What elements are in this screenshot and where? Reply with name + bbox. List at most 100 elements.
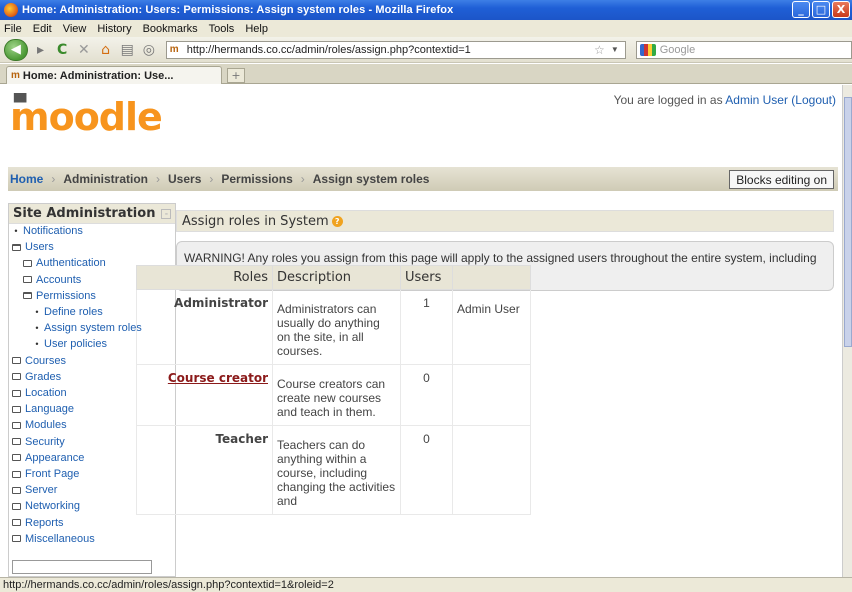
moodle-header: ▀ moodle You are logged in as Admin User… xyxy=(8,85,838,163)
role-description: Administrators can usually do anything o… xyxy=(272,289,401,365)
table-row: Course creator Course creators can creat… xyxy=(136,364,531,426)
sidebar-item-language[interactable]: Language xyxy=(12,403,74,415)
role-link-administrator[interactable]: Administrator xyxy=(136,289,273,365)
sidebar-item-networking[interactable]: Networking xyxy=(12,500,80,512)
folder-icon xyxy=(23,276,32,284)
menu-file[interactable]: File xyxy=(4,23,22,35)
history-icon[interactable]: ◎ xyxy=(140,41,158,59)
table-row: Administrator Administrators can usually… xyxy=(136,289,531,365)
home-icon[interactable]: ⌂ xyxy=(97,41,115,59)
window-titlebar[interactable]: Home: Administration: Users: Permissions… xyxy=(0,0,852,20)
breadcrumb-users[interactable]: › Users xyxy=(148,172,201,186)
menu-edit[interactable]: Edit xyxy=(33,23,52,35)
sidebar-item-label: Reports xyxy=(25,516,64,529)
star-icon[interactable]: ☆ xyxy=(594,43,605,57)
folder-icon xyxy=(12,454,21,462)
role-user-count: 0 xyxy=(400,425,453,515)
admin-search-input[interactable] xyxy=(12,560,152,574)
vertical-scrollbar[interactable] xyxy=(842,85,852,577)
bullet-icon: • xyxy=(35,339,39,350)
sidebar-item-security[interactable]: Security xyxy=(12,436,65,448)
folder-icon xyxy=(12,421,21,429)
assigned-user-link xyxy=(452,364,531,426)
google-icon[interactable] xyxy=(639,43,656,56)
sidebar-item-server[interactable]: Server xyxy=(12,484,57,496)
url-bar[interactable]: m http://hermands.co.cc/admin/roles/assi… xyxy=(165,40,626,59)
sidebar-item-users[interactable]: Users xyxy=(12,241,54,253)
sidebar-item-modules[interactable]: Modules xyxy=(12,419,67,431)
sidebar-item-miscellaneous[interactable]: Miscellaneous xyxy=(12,533,95,545)
menu-bookmarks[interactable]: Bookmarks xyxy=(143,23,198,35)
sidebar-item-label: Security xyxy=(25,435,65,448)
sidebar-item-label: Authentication xyxy=(36,257,106,270)
sidebar-item-grades[interactable]: Grades xyxy=(12,371,61,383)
role-user-count: 0 xyxy=(400,364,453,426)
forward-icon[interactable]: ▸ xyxy=(32,41,50,59)
sidebar-item-label: Location xyxy=(25,387,67,399)
assigned-user-link[interactable]: Admin User xyxy=(452,289,531,365)
new-tab-button[interactable]: + xyxy=(227,68,245,83)
breadcrumb-administration[interactable]: › Administration xyxy=(43,172,148,186)
window-title: Home: Administration: Users: Permissions… xyxy=(22,4,454,16)
breadcrumb: Home › Administration › Users › Permissions… xyxy=(8,167,838,191)
sidebar-item-reports[interactable]: Reports xyxy=(12,517,64,529)
close-button[interactable]: X xyxy=(832,1,850,18)
table-header-row: Roles Description Users xyxy=(136,265,531,290)
sidebar-item-label: Define roles xyxy=(44,306,103,318)
page-content: ▀ moodle You are logged in as Admin User… xyxy=(0,85,842,577)
url-text: http://hermands.co.cc/admin/roles/assign… xyxy=(186,43,471,56)
sidebar-item-define-roles[interactable]: • Define roles xyxy=(33,306,103,318)
sidebar-item-label: Modules xyxy=(25,419,67,432)
sidebar-item-label: Permissions xyxy=(36,289,96,302)
folder-icon xyxy=(12,486,21,494)
sidebar-item-authentication[interactable]: Authentication xyxy=(23,257,106,269)
sidebar-item-notifications[interactable]: • Notifications xyxy=(12,225,83,237)
sidebar-item-accounts[interactable]: Accounts xyxy=(23,274,81,286)
sidebar-item-label: Front Page xyxy=(25,468,80,480)
status-bar: http://hermands.co.cc/admin/roles/assign… xyxy=(0,577,852,592)
logout-link[interactable]: (Logout) xyxy=(791,93,836,107)
moodle-logo[interactable]: ▀ moodle xyxy=(10,93,163,139)
sidebar-item-user-policies[interactable]: • User policies xyxy=(33,338,107,350)
roles-table: Roles Description Users Administrator Ad… xyxy=(136,265,531,515)
sidebar-item-label: User policies xyxy=(44,338,107,351)
breadcrumb-permissions[interactable]: › Permissions xyxy=(201,172,292,186)
back-icon[interactable]: ◀ xyxy=(4,38,28,61)
menu-tools[interactable]: Tools xyxy=(209,23,235,35)
reload-icon[interactable]: C xyxy=(53,41,71,59)
sidebar-item-permissions[interactable]: Permissions xyxy=(23,290,96,302)
sidebar-item-assign-system-roles[interactable]: • Assign system roles xyxy=(33,322,141,334)
blocks-editing-button[interactable]: Blocks editing on xyxy=(729,170,834,189)
sidebar-item-appearance[interactable]: Appearance xyxy=(12,452,84,464)
site-favicon: m xyxy=(169,43,179,55)
sidebar-item-courses[interactable]: Courses xyxy=(12,355,66,367)
role-description: Course creators can create new courses a… xyxy=(272,364,401,426)
role-link-teacher[interactable]: Teacher xyxy=(136,425,273,515)
maximize-button[interactable]: □ xyxy=(812,1,830,18)
navigation-toolbar: ◀ ▸ C ✕ ⌂ ▤ ◎ m http://hermands.co.cc/ad… xyxy=(0,37,852,63)
role-link-course-creator[interactable]: Course creator xyxy=(136,364,273,426)
sidebar-item-label: Server xyxy=(25,484,58,497)
menu-history[interactable]: History xyxy=(97,23,131,35)
menu-view[interactable]: View xyxy=(63,23,87,35)
sidebar-item-location[interactable]: Location xyxy=(12,387,67,399)
stop-icon[interactable]: ✕ xyxy=(75,41,93,59)
breadcrumb-home[interactable]: Home xyxy=(10,172,43,186)
sidebar-item-label: Miscellaneous xyxy=(25,532,95,545)
menu-help[interactable]: Help xyxy=(245,23,268,35)
role-description: Teachers can do anything within a course… xyxy=(272,425,401,515)
bookmark-add-icon[interactable]: ▤ xyxy=(118,41,136,59)
search-input[interactable]: Google ⌕ xyxy=(635,40,852,59)
hide-block-icon[interactable]: - xyxy=(161,208,172,219)
table-row: Teacher Teachers can do anything within … xyxy=(136,425,531,515)
folder-icon xyxy=(12,502,21,510)
tab-active[interactable]: m Home: Administration: Use... xyxy=(6,66,222,84)
user-link[interactable]: Admin User xyxy=(725,93,788,107)
url-dropdown-icon[interactable]: ▼ xyxy=(611,45,619,54)
breadcrumb-current: › Assign system roles xyxy=(300,172,430,186)
sidebar-item-front-page[interactable]: Front Page xyxy=(12,468,79,480)
help-icon[interactable]: ? xyxy=(331,215,343,227)
minimize-button[interactable]: _ xyxy=(792,1,810,18)
bullet-icon: • xyxy=(35,323,39,334)
scrollbar-thumb[interactable] xyxy=(844,97,852,347)
